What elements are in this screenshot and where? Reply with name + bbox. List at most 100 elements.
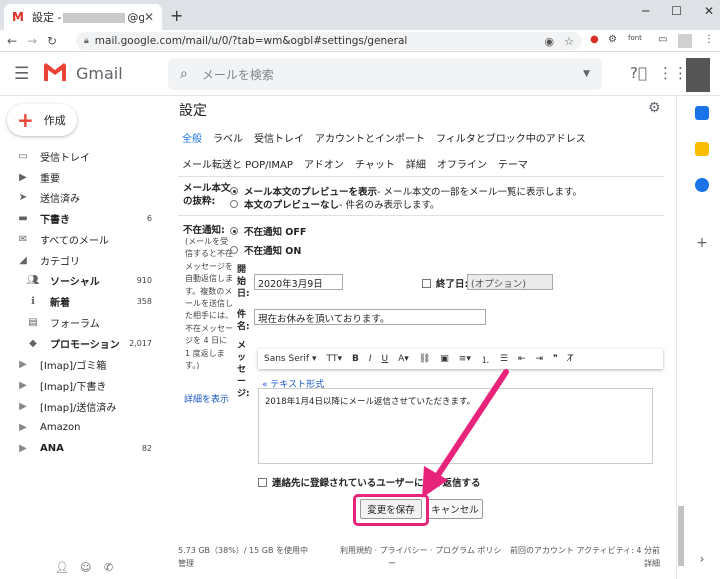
settings-tab[interactable]: テーマ [498,156,528,171]
extension-icon[interactable]: ⚙ [608,34,617,45]
settings-gear-icon[interactable]: ⚙ [648,100,661,116]
text-color-icon[interactable]: A▾ [398,354,409,364]
search-bar[interactable]: ⌕ メールを検索 ▼ [168,58,602,90]
indent-more-icon[interactable]: ⇥ [535,354,543,364]
bulleted-list-icon[interactable]: ☰ [500,354,508,364]
bold-icon[interactable]: B [352,354,359,364]
end-date-field[interactable]: (オプション) [467,274,553,290]
main-menu-icon[interactable]: ☰ [14,64,29,84]
snippet-none-radio[interactable]: 本文のプレビューなし - 件名のみ表示します。 [230,197,440,211]
tasks-icon[interactable] [695,178,709,192]
sidebar-item-label: すべてのメール [40,235,109,247]
settings-tab[interactable]: 詳細 [406,156,426,171]
settings-tab[interactable]: アカウントとインポート [315,130,425,145]
settings-tab[interactable]: オフライン [437,156,487,171]
sidebar-item[interactable]: 👥︎ ソーシャル 910 [0,270,160,290]
back-icon[interactable]: ← [4,34,20,48]
align-icon[interactable]: ≡▾ [459,354,471,364]
settings-tab[interactable]: フィルタとブロック中のアドレス [436,130,586,145]
extension-icon[interactable]: ● [590,34,599,45]
new-tab-button[interactable]: + [170,6,183,25]
account-avatar[interactable] [686,58,710,92]
manage-storage-link[interactable]: 管理 [178,557,308,570]
close-tab-icon[interactable]: ✕ [144,10,154,24]
add-addon-icon[interactable]: + [695,236,709,250]
bookmark-star-icon[interactable]: ☆ [564,35,574,48]
scrollbar-thumb[interactable] [678,506,684,566]
expand-panel-icon[interactable]: › [695,552,709,566]
quote-icon[interactable]: ❞ [553,354,558,364]
cancel-button[interactable]: キャンセル [427,499,483,519]
sidebar-item[interactable]: ℹ 新着 358 [0,291,160,311]
sidebar-item-label: ソーシャル [50,276,100,288]
sidebar-item[interactable]: ✉ すべてのメール [0,229,160,249]
view-icon[interactable]: ◉ [545,35,555,48]
font-extension-icon[interactable]: font [628,34,642,42]
search-options-icon[interactable]: ▼ [583,69,590,79]
font-size-icon[interactable]: ꓔT▾ [327,354,343,364]
divider [178,215,664,216]
compose-button[interactable]: + 作成 [7,104,77,136]
url-field[interactable]: 🔒︎ mail.google.com/mail/u/0/?tab=wm&ogbl… [76,32,582,50]
indent-less-icon[interactable]: ⇤ [518,354,526,364]
hangouts-icon[interactable]: ☺ [80,561,91,574]
search-icon[interactable]: ⌕ [180,66,188,82]
clear-format-icon[interactable]: T̸ [568,354,574,364]
sidebar-item[interactable]: ◆ プロモーション 2,017 [0,333,160,353]
browser-tab[interactable]: M 設定 -@gmail.c ✕ [4,4,162,30]
menu-dots-icon[interactable]: ⋮ [704,34,714,45]
sidebar-item[interactable]: ▭ 受信トレイ [0,146,160,166]
sidebar-item[interactable]: ▶ [Imap]/送信済み [0,396,160,416]
settings-tab[interactable]: チャット [355,156,395,171]
sidebar-item[interactable]: ◢ カテゴリ [0,250,160,270]
window-controls: ─ ☐ ✕ [642,4,714,18]
contacts-icon[interactable]: 👤︎ [55,561,69,574]
sidebar-item[interactable]: ▤ フォーラム [0,312,160,332]
link-icon[interactable]: ⛓︎ [419,354,430,364]
vacation-off-radio[interactable]: 不在通知 OFF [230,224,306,238]
sidebar-item[interactable]: ▶ [Imap]/下書き [0,375,160,395]
activity-details-link[interactable]: 詳細 [510,557,660,570]
sidebar-item[interactable]: ➤ 送信済み [0,187,160,207]
apps-grid-icon[interactable]: ⋮⋮ [658,64,688,82]
sidebar-item[interactable]: ▶ Amazon [0,417,160,437]
subject-field[interactable]: 現在お休みを頂いております。 [254,309,486,325]
terms-link[interactable]: 利用規約 · プライバシー · プログラム ポリシ [340,544,501,557]
maximize-icon[interactable]: ☐ [671,4,682,18]
end-date-checkbox[interactable]: 終了日: [422,276,468,290]
details-link[interactable]: 詳細を表示 [184,392,229,405]
profile-icon[interactable] [678,34,692,48]
settings-tab[interactable]: アドオン [304,156,344,171]
sidebar-item[interactable]: ▬ 下書き 6 [0,208,160,228]
inbox-icon: ▭ [18,150,28,162]
forward-icon[interactable]: → [24,34,40,48]
scrollbar[interactable] [676,96,686,579]
cast-icon[interactable]: ▭ [658,34,667,45]
settings-tab[interactable]: 受信トレイ [254,130,304,145]
font-select[interactable]: Sans Serif ▾ [264,354,317,364]
sidebar-item[interactable]: ▶ [Imap]/ゴミ箱 [0,354,160,374]
keep-icon[interactable] [695,142,709,156]
reload-icon[interactable]: ↻ [44,34,60,48]
sidebar-item[interactable]: ▶ 重要 [0,167,160,187]
vacation-on-radio[interactable]: 不在通知 ON [230,243,301,257]
calendar-icon[interactable] [695,106,709,120]
snippet-preview-radio[interactable]: メール本文のプレビューを表示 - メール本文の一部をメール一覧に表示します。 [230,184,582,198]
start-date-field[interactable]: 2020年3月9日 [254,274,343,290]
sidebar-item[interactable]: ▶ ANA 82 [0,438,160,458]
italic-icon[interactable]: I [369,354,372,364]
underline-icon[interactable]: U [382,354,389,364]
search-input[interactable]: メールを検索 [202,66,583,83]
footer-links: 利用規約 · プライバシー · プログラム ポリシ ー [340,544,501,570]
numbered-list-icon[interactable]: ⒈ [481,353,490,366]
checkbox-icon [422,278,431,288]
image-icon[interactable]: ▣ [440,354,449,364]
help-icon[interactable]: ?⃝ [630,64,647,82]
settings-tab[interactable]: ラベル [213,130,243,145]
close-window-icon[interactable]: ✕ [704,4,714,18]
url-text: mail.google.com/mail/u/0/?tab=wm&ogbl#se… [94,35,408,47]
phone-icon[interactable]: ✆ [104,561,113,574]
settings-tab[interactable]: メール転送と POP/IMAP [182,156,293,171]
settings-tab[interactable]: 全般 [182,130,202,145]
minimize-icon[interactable]: ─ [642,4,649,18]
